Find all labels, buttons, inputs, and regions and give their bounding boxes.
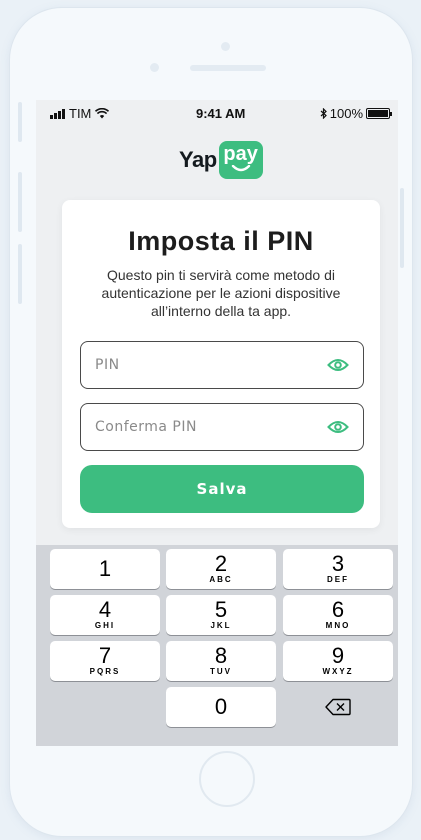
camera-icon	[221, 42, 230, 51]
home-button[interactable]	[199, 751, 255, 807]
key-letters: JKL	[210, 621, 232, 630]
carrier-label: TIM	[69, 106, 92, 121]
eye-icon[interactable]	[327, 420, 349, 434]
signal-icon	[50, 108, 65, 119]
key-letters: PQRS	[89, 667, 121, 676]
key-8[interactable]: 8 TUV	[166, 641, 276, 681]
save-button[interactable]: Salva	[80, 465, 364, 513]
volume-down-button	[18, 244, 22, 304]
pin-card: Imposta il PIN Questo pin ti servirà com…	[62, 200, 380, 528]
key-7[interactable]: 7 PQRS	[50, 641, 160, 681]
battery-icon	[366, 108, 392, 119]
key-9[interactable]: 9 WXYZ	[283, 641, 393, 681]
key-5[interactable]: 5 JKL	[166, 595, 276, 635]
mute-switch	[18, 102, 22, 142]
app-screen: TIM 9:41 AM 100% Yap pay Imposta il PIN	[36, 100, 398, 746]
backspace-icon	[325, 698, 351, 716]
key-number: 2	[214, 551, 228, 576]
key-letters: GHI	[94, 621, 116, 630]
key-0[interactable]: 0	[166, 687, 276, 727]
status-bar: TIM 9:41 AM 100%	[36, 100, 398, 126]
smile-icon	[231, 165, 250, 172]
clock: 9:41 AM	[196, 106, 246, 121]
yappay-logo: Yap pay	[179, 140, 263, 180]
key-number: 5	[214, 597, 228, 622]
key-number: 1	[98, 556, 112, 581]
key-number: 7	[98, 643, 112, 668]
key-letters: MNO	[325, 621, 351, 630]
key-number: 0	[214, 694, 228, 719]
key-number: 9	[331, 643, 345, 668]
key-2[interactable]: 2 ABC	[166, 549, 276, 589]
wifi-icon	[95, 108, 110, 119]
sensor-dot	[150, 63, 159, 72]
key-number: 3	[331, 551, 345, 576]
key-letters: DEF	[327, 575, 349, 584]
bluetooth-icon	[320, 108, 327, 119]
page-title: Imposta il PIN	[128, 226, 314, 256]
speaker-grille	[190, 65, 266, 71]
key-letters: ABC	[209, 575, 233, 584]
confirm-pin-input[interactable]	[95, 419, 327, 435]
key-6[interactable]: 6 MNO	[283, 595, 393, 635]
eye-icon[interactable]	[327, 358, 349, 372]
key-number: 6	[331, 597, 345, 622]
battery-percentage: 100%	[329, 106, 363, 121]
power-button	[400, 188, 404, 268]
key-3[interactable]: 3 DEF	[283, 549, 393, 589]
key-letters: WXYZ	[322, 667, 354, 676]
logo-badge: pay	[218, 141, 263, 179]
delete-key[interactable]	[283, 687, 393, 727]
logo-text-left: Yap	[179, 147, 217, 172]
description-text: Questo pin ti servirà come metodo di aut…	[101, 267, 341, 319]
numeric-keypad: 1 2 ABC 3 DEF 4 GHI 5 JKL 6 MNO 7 PQRS 8…	[36, 545, 398, 746]
key-number: 8	[214, 643, 228, 668]
key-4[interactable]: 4 GHI	[50, 595, 160, 635]
confirm-pin-field[interactable]	[80, 403, 364, 451]
key-letters: TUV	[210, 667, 232, 676]
key-number: 4	[98, 597, 112, 622]
logo-text-right: pay	[223, 143, 258, 165]
pin-input[interactable]	[95, 357, 327, 373]
key-1[interactable]: 1	[50, 549, 160, 589]
pin-field[interactable]	[80, 341, 364, 389]
volume-up-button	[18, 172, 22, 232]
